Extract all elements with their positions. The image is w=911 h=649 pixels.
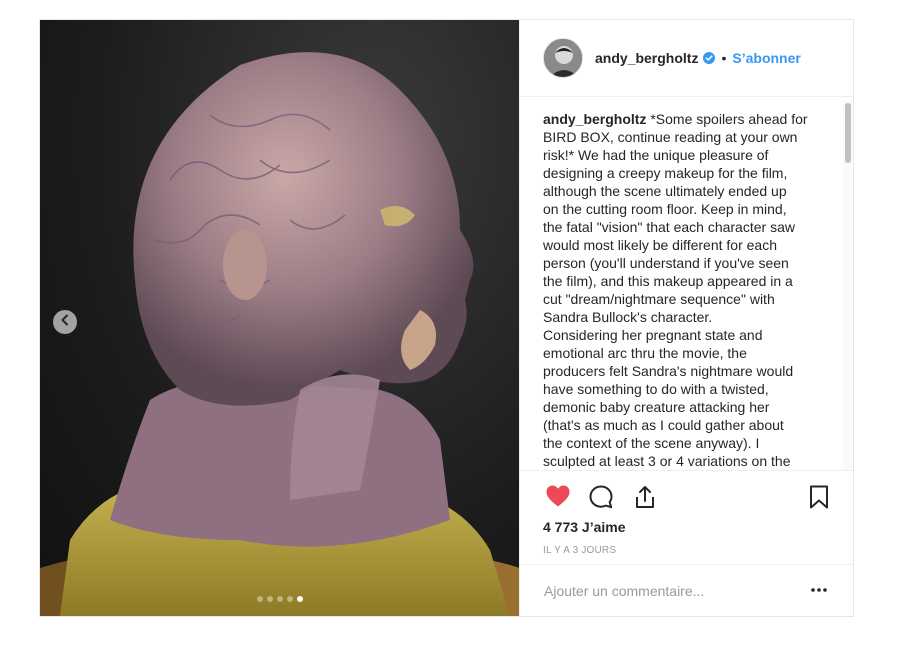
post-header: andy_bergholtz • S’abonner bbox=[520, 20, 853, 97]
avatar[interactable] bbox=[543, 38, 583, 78]
carousel-dot bbox=[257, 596, 263, 602]
post-image[interactable] bbox=[40, 20, 519, 616]
caption-scrollbar[interactable] bbox=[843, 101, 852, 470]
verified-badge-icon bbox=[703, 52, 716, 64]
caption-scroll-area[interactable]: andy_bergholtz *Some spoilers ahead for … bbox=[520, 97, 844, 470]
carousel-indicator bbox=[257, 596, 303, 602]
scrollbar-thumb[interactable] bbox=[845, 103, 851, 163]
like-count[interactable]: 4 773 J’aime bbox=[543, 519, 626, 535]
action-bar bbox=[520, 470, 853, 518]
like-button[interactable] bbox=[545, 484, 571, 513]
comment-bar bbox=[520, 564, 853, 616]
caption-text: *Some spoilers ahead for BIRD BOX, conti… bbox=[543, 111, 808, 469]
chevron-left-icon bbox=[59, 313, 71, 331]
comment-bubble-icon bbox=[588, 485, 614, 514]
comment-input[interactable] bbox=[544, 579, 784, 603]
carousel-dot bbox=[277, 596, 283, 602]
post-card: andy_bergholtz • S’abonner andy_bergholt… bbox=[39, 19, 854, 617]
username-link[interactable]: andy_bergholtz bbox=[595, 50, 698, 66]
save-button[interactable] bbox=[807, 484, 831, 515]
heart-filled-icon bbox=[545, 485, 571, 512]
post-sidebar: andy_bergholtz • S’abonner andy_bergholt… bbox=[519, 20, 853, 616]
carousel-prev-button[interactable] bbox=[53, 310, 77, 334]
share-button[interactable] bbox=[632, 484, 658, 515]
follow-button[interactable]: S’abonner bbox=[732, 50, 800, 66]
post-timestamp[interactable]: IL Y A 3 JOURS bbox=[543, 545, 616, 556]
carousel-dot bbox=[267, 596, 273, 602]
header-separator: • bbox=[721, 50, 727, 66]
carousel-dot-active bbox=[297, 596, 303, 602]
carousel-dot bbox=[287, 596, 293, 602]
post-caption: andy_bergholtz *Some spoilers ahead for … bbox=[520, 97, 844, 470]
share-icon bbox=[632, 486, 658, 514]
creature-bust-image bbox=[40, 52, 519, 616]
comment-button[interactable] bbox=[588, 484, 614, 515]
more-options-button[interactable] bbox=[810, 581, 828, 604]
more-horizontal-icon bbox=[810, 586, 828, 603]
caption-username[interactable]: andy_bergholtz bbox=[543, 111, 646, 127]
bookmark-icon bbox=[807, 485, 831, 514]
